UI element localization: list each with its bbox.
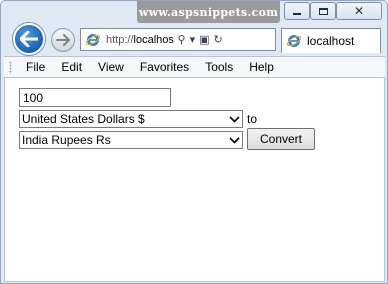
maximize-button[interactable] xyxy=(310,2,336,20)
compatibility-view-icon[interactable]: ▣ xyxy=(199,33,209,46)
browser-window: www.aspsnippets.com ✕ http:// localhost:… xyxy=(0,0,388,284)
watermark: www.aspsnippets.com xyxy=(137,1,280,23)
forward-button[interactable] xyxy=(51,28,75,52)
back-arrow-icon xyxy=(20,31,38,47)
refresh-icon[interactable]: ↻ xyxy=(214,33,223,46)
menu-view[interactable]: View xyxy=(90,60,132,74)
chevron-down-icon[interactable]: ▾ xyxy=(190,33,196,46)
menu-edit[interactable]: Edit xyxy=(53,60,90,74)
minimize-button[interactable] xyxy=(284,2,310,20)
to-currency-select[interactable]: India Rupees Rs xyxy=(19,131,243,149)
menu-bar: File Edit View Favorites Tools Help xyxy=(4,56,385,77)
menu-tools[interactable]: Tools xyxy=(197,60,241,74)
to-label: to xyxy=(247,112,258,126)
menu-file[interactable]: File xyxy=(18,60,53,74)
url-host: localhost:111 xyxy=(133,33,174,46)
amount-input[interactable] xyxy=(19,88,171,107)
minimize-icon xyxy=(293,13,301,15)
forward-arrow-icon xyxy=(56,34,70,46)
ie-logo-icon xyxy=(85,33,101,46)
url-prefix: http:// xyxy=(106,33,134,46)
tab-label: localhost xyxy=(307,34,355,48)
maximize-icon xyxy=(318,7,328,15)
menu-grip xyxy=(9,60,12,74)
chevron-down-icon xyxy=(226,132,242,148)
search-icon[interactable]: ⚲ xyxy=(178,33,186,46)
convert-button[interactable]: Convert xyxy=(247,128,315,150)
page-content: United States Dollars $ to India Rupees … xyxy=(4,77,385,282)
menu-favorites[interactable]: Favorites xyxy=(132,60,197,74)
tab-ie-icon xyxy=(286,35,302,47)
tab-localhost[interactable]: localhost xyxy=(281,28,381,53)
back-button[interactable] xyxy=(13,23,45,55)
address-bar[interactable]: http:// localhost:111 ⚲ ▾ ▣ ↻ xyxy=(80,28,276,51)
chevron-down-icon xyxy=(226,111,242,127)
menu-help[interactable]: Help xyxy=(241,60,282,74)
from-currency-select[interactable]: United States Dollars $ xyxy=(19,110,243,128)
to-currency-value: India Rupees Rs xyxy=(22,133,111,147)
from-currency-value: United States Dollars $ xyxy=(22,112,145,126)
close-button[interactable]: ✕ xyxy=(336,2,382,20)
close-icon: ✕ xyxy=(353,4,365,18)
